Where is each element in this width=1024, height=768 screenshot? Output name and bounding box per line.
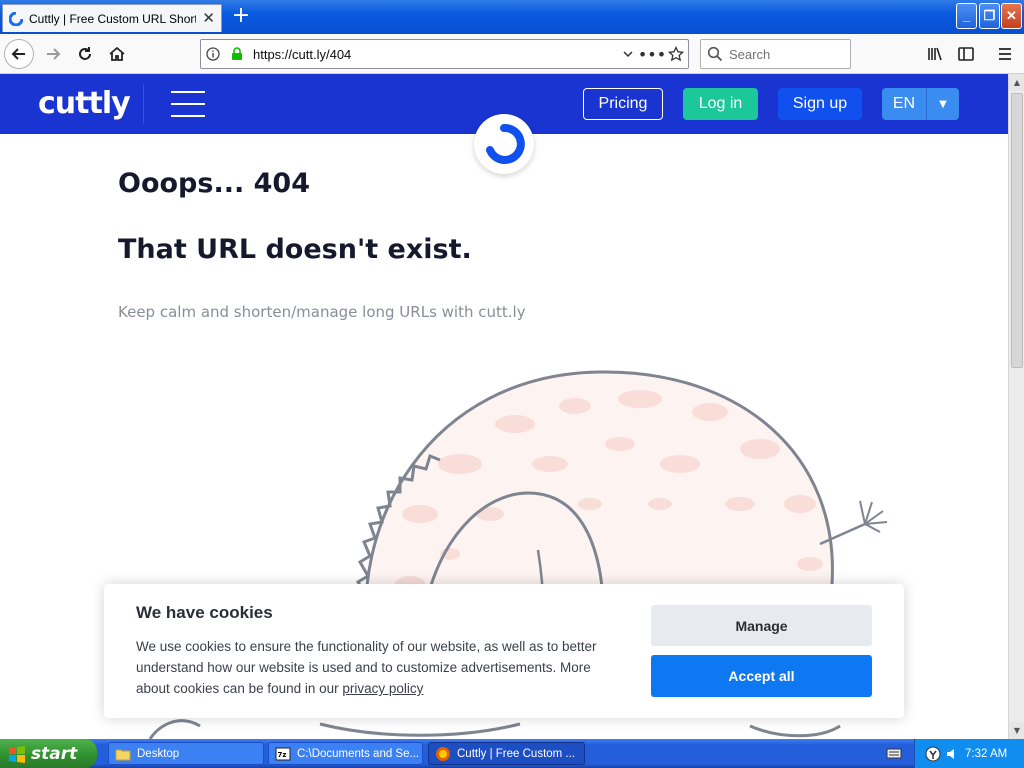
- dropdown-icon[interactable]: [616, 42, 640, 66]
- tab-title: Cuttly | Free Custom URL Shortener: [29, 11, 197, 26]
- svg-text:7z: 7z: [278, 751, 287, 759]
- clock[interactable]: 7:32 AM: [965, 748, 1007, 760]
- pricing-button[interactable]: Pricing: [583, 88, 663, 120]
- cookie-title: We have cookies: [136, 603, 273, 622]
- forward-icon: [47, 48, 61, 60]
- browser-tab[interactable]: Cuttly | Free Custom URL Shortener ✕: [2, 4, 222, 32]
- screen: Cuttly | Free Custom URL Shortener ✕ + _…: [0, 0, 1024, 768]
- new-tab-button[interactable]: +: [230, 5, 252, 28]
- start-label: start: [31, 743, 78, 764]
- forward-button[interactable]: [38, 39, 68, 69]
- privacy-policy-link[interactable]: privacy policy: [342, 681, 423, 696]
- cookie-dialog: We have cookies We use cookies to ensure…: [104, 584, 904, 718]
- home-icon: [109, 46, 125, 61]
- chevron-down-icon[interactable]: ▼: [926, 88, 959, 120]
- minimize-button[interactable]: _: [956, 3, 977, 29]
- taskbar: start Desktop 7z C:\Documents and Se... …: [0, 739, 1024, 768]
- taskbar-item-firefox[interactable]: Cuttly | Free Custom ...: [428, 742, 585, 765]
- volume-icon[interactable]: [945, 747, 959, 761]
- menu-icon: [999, 48, 1011, 60]
- search-box[interactable]: [700, 39, 851, 69]
- browser-tabstrip: Cuttly | Free Custom URL Shortener ✕ + _…: [0, 0, 1024, 34]
- header-divider: [143, 84, 144, 124]
- restore-button[interactable]: ❐: [979, 3, 1000, 29]
- menu-button[interactable]: [990, 39, 1020, 69]
- lock-icon: [225, 42, 249, 66]
- windows-flag-icon: [9, 745, 25, 763]
- login-button[interactable]: Log in: [683, 88, 758, 120]
- firefox-icon: [436, 746, 450, 761]
- scroll-down-icon[interactable]: ▼: [1009, 722, 1024, 739]
- page-scrollbar[interactable]: ▲ ▼: [1008, 74, 1024, 739]
- reload-button[interactable]: [70, 39, 100, 69]
- network-icon[interactable]: [925, 746, 941, 762]
- library-icon: [928, 47, 942, 61]
- hamburger-icon[interactable]: [171, 91, 205, 117]
- cookie-text: We use cookies to ensure the functionali…: [136, 636, 626, 699]
- error-subtitle: That URL doesn't exist.: [118, 234, 472, 265]
- search-icon: [707, 46, 723, 62]
- browser-navbar: https://cutt.ly/404 •••: [0, 34, 1024, 74]
- scroll-up-icon[interactable]: ▲: [1009, 74, 1024, 91]
- back-icon: [11, 48, 25, 60]
- language-code: EN: [892, 95, 916, 112]
- archive-icon: 7z: [275, 747, 291, 760]
- cuttly-favicon: [9, 11, 23, 26]
- system-tray: 7:32 AM: [914, 739, 1024, 768]
- sidebar-icon: [958, 47, 974, 61]
- error-description: Keep calm and shorten/manage long URLs w…: [118, 303, 526, 321]
- url-text[interactable]: https://cutt.ly/404: [249, 47, 616, 62]
- taskbar-item-label: C:\Documents and Se...: [297, 747, 420, 760]
- sidebar-button[interactable]: [951, 39, 981, 69]
- taskbar-item-label: Desktop: [137, 747, 180, 760]
- scrollbar-thumb[interactable]: [1011, 93, 1023, 368]
- back-button[interactable]: [4, 39, 34, 69]
- taskbar-item-desktop[interactable]: Desktop: [108, 742, 264, 765]
- tab-close-icon[interactable]: ✕: [202, 11, 215, 26]
- error-title: Ooops... 404: [118, 168, 310, 199]
- manage-cookies-button[interactable]: Manage: [651, 605, 872, 646]
- cuttly-logo[interactable]: cuttly: [38, 86, 131, 121]
- reload-icon: [79, 47, 91, 60]
- search-input[interactable]: [729, 46, 839, 62]
- star-icon[interactable]: [664, 42, 688, 66]
- language-selector[interactable]: EN ▼: [882, 88, 959, 120]
- page-viewport: cuttly Pricing Log in Sign up EN ▼ Ooops…: [0, 74, 1008, 739]
- home-button[interactable]: [102, 39, 132, 69]
- keyboard-icon[interactable]: [886, 746, 902, 760]
- accept-all-button[interactable]: Accept all: [651, 655, 872, 697]
- loading-spinner-icon: [474, 114, 534, 174]
- taskbar-item-label: Cuttly | Free Custom ...: [457, 747, 576, 760]
- start-button[interactable]: start: [0, 739, 97, 768]
- signup-button[interactable]: Sign up: [778, 88, 862, 120]
- taskbar-item-explorer[interactable]: 7z C:\Documents and Se...: [268, 742, 423, 765]
- info-icon[interactable]: [201, 42, 225, 66]
- more-icon[interactable]: •••: [638, 42, 666, 66]
- folder-icon: [115, 749, 131, 760]
- close-window-button[interactable]: ✕: [1001, 3, 1022, 29]
- url-bar[interactable]: https://cutt.ly/404 •••: [200, 39, 689, 69]
- library-button[interactable]: [920, 39, 950, 69]
